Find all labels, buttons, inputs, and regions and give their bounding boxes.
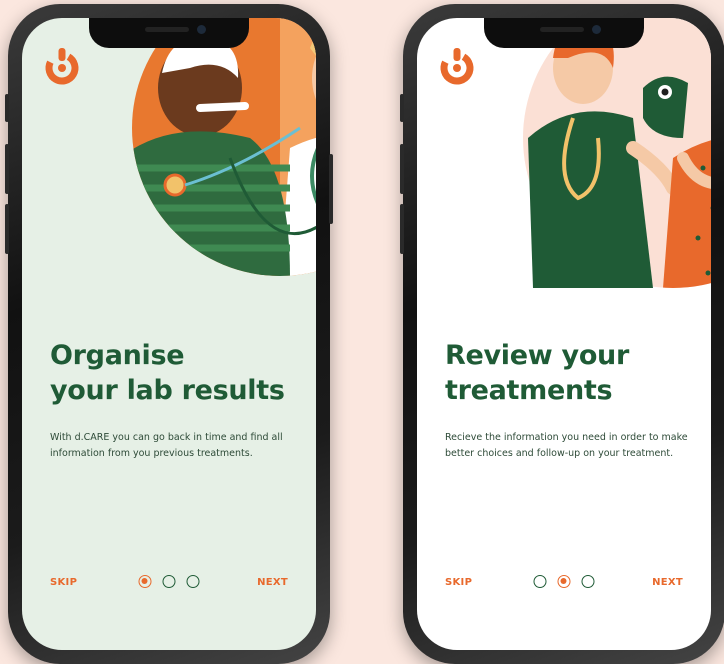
onboarding-footer: SKIP NEXT <box>22 575 316 595</box>
volume-up-button <box>400 144 404 194</box>
phone-mockup-1: Organise your lab results With d.CARE yo… <box>5 4 333 664</box>
volume-down-button <box>5 204 9 254</box>
mute-switch <box>400 94 404 122</box>
page-indicator <box>533 575 595 588</box>
onboarding-screen-1: Organise your lab results With d.CARE yo… <box>22 18 316 650</box>
skip-button[interactable]: SKIP <box>50 577 77 588</box>
onboarding-title: Organise your lab results <box>50 338 310 408</box>
onboarding-footer: SKIP NEXT <box>417 575 711 595</box>
title-line-1: Review your <box>445 340 629 371</box>
page-dot-1-active[interactable] <box>138 575 152 588</box>
d-care-logo-icon <box>440 48 474 85</box>
next-button[interactable]: NEXT <box>652 577 683 588</box>
onboarding-description: Recieve the information you need in orde… <box>445 432 688 459</box>
page-dot-3[interactable] <box>581 575 595 588</box>
onboarding-description: With d.CARE you can go back in time and … <box>50 432 283 459</box>
phone-mockup-2: Review your treatments Recieve the infor… <box>400 4 724 664</box>
onboarding-title: Review your treatments <box>445 338 705 408</box>
page-dot-1[interactable] <box>533 575 547 588</box>
volume-up-button <box>5 144 9 194</box>
page-dot-2[interactable] <box>162 575 176 588</box>
title-line-2: treatments <box>445 375 613 406</box>
onboarding-screen-2: Review your treatments Recieve the infor… <box>417 18 711 650</box>
title-line-1: Organise <box>50 340 185 371</box>
d-care-logo-icon <box>45 48 79 85</box>
page-dot-3[interactable] <box>186 575 200 588</box>
power-button <box>329 154 333 224</box>
skip-button[interactable]: SKIP <box>445 577 472 588</box>
nurse-patient-illustration <box>523 18 711 288</box>
mute-switch <box>5 94 9 122</box>
notch <box>484 18 644 48</box>
page-dot-2-active[interactable] <box>557 575 571 588</box>
page-indicator <box>138 575 200 588</box>
next-button[interactable]: NEXT <box>257 577 288 588</box>
volume-down-button <box>400 204 404 254</box>
title-line-2: your lab results <box>50 375 285 406</box>
notch <box>89 18 249 48</box>
doctor-patient-illustration <box>132 18 316 276</box>
